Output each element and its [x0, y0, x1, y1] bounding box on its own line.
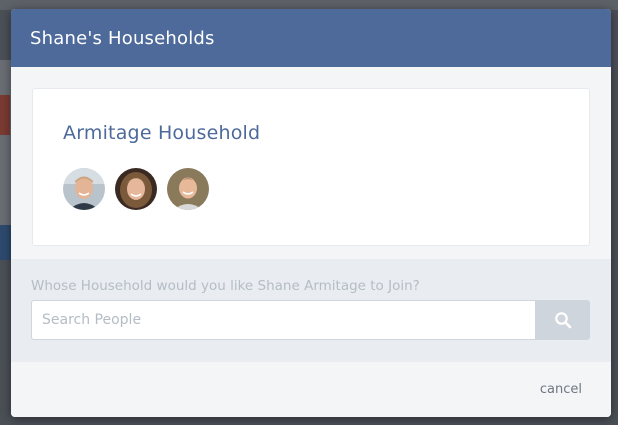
adult-female-avatar	[115, 168, 157, 210]
adult-male-avatar	[63, 168, 105, 210]
search-button[interactable]	[535, 300, 590, 340]
search-people-input[interactable]	[31, 300, 535, 340]
household-name[interactable]: Armitage Household	[63, 122, 260, 144]
search-row	[31, 300, 590, 340]
member-avatar-3[interactable]	[167, 168, 209, 210]
household-card[interactable]: Armitage Household	[32, 88, 590, 246]
modal-header: Shane's Households	[11, 9, 611, 67]
member-avatar-1[interactable]	[63, 168, 105, 210]
member-avatar-2[interactable]	[115, 168, 157, 210]
join-section: Whose Household would you like Shane Arm…	[11, 259, 611, 362]
child-avatar	[167, 168, 209, 210]
household-members	[63, 168, 209, 210]
modal-title: Shane's Households	[30, 27, 215, 49]
join-prompt: Whose Household would you like Shane Arm…	[31, 278, 420, 294]
modal-footer: cancel	[11, 362, 611, 417]
households-modal: Shane's Households Armitage Household Wh…	[11, 9, 611, 417]
search-icon	[554, 312, 571, 329]
background-app-image	[0, 95, 10, 135]
cancel-link[interactable]: cancel	[540, 382, 582, 397]
